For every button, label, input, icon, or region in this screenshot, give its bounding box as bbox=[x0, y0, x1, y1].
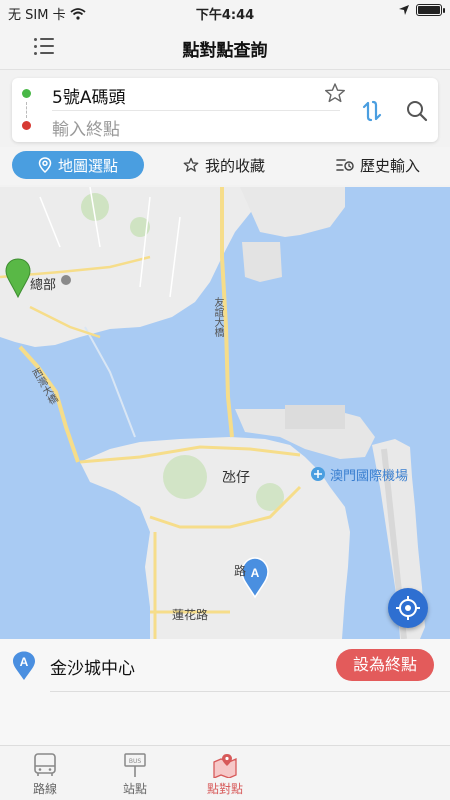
tabbar-point-to-point-label: 點對點 bbox=[206, 782, 243, 796]
start-dot-icon bbox=[22, 89, 31, 98]
poi-icon bbox=[61, 275, 71, 285]
page-title: 點對點查詢 bbox=[182, 41, 268, 61]
bottom-tabbar: 路線 BUS 站點 點對點 bbox=[0, 745, 450, 800]
end-point-row[interactable]: 輸入終點 bbox=[12, 110, 347, 142]
bus-icon bbox=[34, 753, 56, 776]
tab-history-label: 歷史輸入 bbox=[359, 156, 420, 175]
tab-map-select[interactable]: 地圖選點 bbox=[12, 151, 144, 179]
map-land-taipa bbox=[80, 437, 350, 639]
map-view[interactable]: A 總部 友誼大橋 西灣大橋 氹仔 澳門國際機場 蓮花路 路 bbox=[0, 187, 450, 639]
search-icon[interactable] bbox=[404, 98, 430, 124]
history-icon bbox=[336, 159, 354, 171]
tabbar-point-to-point[interactable]: 點對點 bbox=[185, 752, 265, 800]
svg-text:A: A bbox=[20, 655, 29, 669]
map-label-lotus-road: 蓮花路 bbox=[172, 608, 209, 622]
end-dot-icon bbox=[22, 121, 31, 130]
battery-icon bbox=[416, 4, 445, 16]
locate-me-button[interactable] bbox=[388, 588, 428, 628]
selected-place-panel: A 金沙城中心 設為終點 bbox=[0, 639, 450, 745]
place-name: 金沙城中心 bbox=[50, 659, 135, 679]
map-pin-icon bbox=[38, 157, 52, 173]
set-as-end-button[interactable]: 設為終點 bbox=[336, 649, 434, 681]
svg-text:A: A bbox=[251, 566, 260, 580]
start-point-field[interactable]: 5號A碼頭 bbox=[52, 83, 125, 108]
tab-map-select-label: 地圖選點 bbox=[57, 156, 118, 175]
route-search-card: 5號A碼頭 輸入終點 bbox=[12, 78, 438, 142]
end-point-input[interactable]: 輸入終點 bbox=[52, 115, 120, 140]
map-label-road: 路 bbox=[234, 564, 247, 578]
map-land-north bbox=[240, 187, 345, 237]
status-time: 下午4:44 bbox=[195, 8, 255, 23]
tab-history[interactable]: 歷史輸入 bbox=[318, 151, 438, 179]
tabbar-stops[interactable]: BUS 站點 bbox=[95, 752, 175, 800]
start-point-row[interactable]: 5號A碼頭 bbox=[12, 78, 347, 110]
point-map-icon bbox=[213, 754, 237, 778]
map-land-reclaim bbox=[242, 242, 282, 282]
place-pin-icon: A bbox=[13, 651, 35, 680]
tabbar-routes[interactable]: 路線 bbox=[5, 752, 85, 800]
tab-favorites-label: 我的收藏 bbox=[204, 156, 265, 175]
swap-icon[interactable] bbox=[359, 98, 385, 124]
map-bridge-sai-van bbox=[84, 326, 136, 438]
star-icon bbox=[183, 157, 199, 172]
status-bar: 无 SIM 卡 下午4:44 bbox=[0, 0, 450, 24]
source-tabs: 地圖選點 我的收藏 歷史輸入 bbox=[0, 147, 450, 185]
nav-bar: 點對點查詢 bbox=[0, 24, 450, 70]
tab-favorites[interactable]: 我的收藏 bbox=[164, 151, 284, 179]
map-label-friendship-bridge: 友誼大橋 bbox=[212, 297, 223, 337]
map-port bbox=[285, 405, 345, 429]
map-label-airport: 澳門國際機場 bbox=[330, 469, 409, 484]
location-arrow-icon bbox=[399, 5, 409, 15]
map-canvas: A bbox=[0, 187, 425, 639]
map-label-taipa: 氹仔 bbox=[222, 470, 250, 486]
panel-divider bbox=[50, 691, 450, 692]
svg-text:BUS: BUS bbox=[129, 758, 142, 765]
tabbar-stops-label: 站點 bbox=[122, 782, 147, 796]
crosshair-icon bbox=[396, 596, 420, 620]
favorite-star-icon[interactable] bbox=[324, 82, 346, 104]
status-right bbox=[398, 4, 445, 16]
bus-stop-icon: BUS bbox=[124, 753, 146, 777]
map-label-hq: 總部 bbox=[30, 278, 57, 293]
tabbar-routes-label: 路線 bbox=[32, 782, 57, 796]
